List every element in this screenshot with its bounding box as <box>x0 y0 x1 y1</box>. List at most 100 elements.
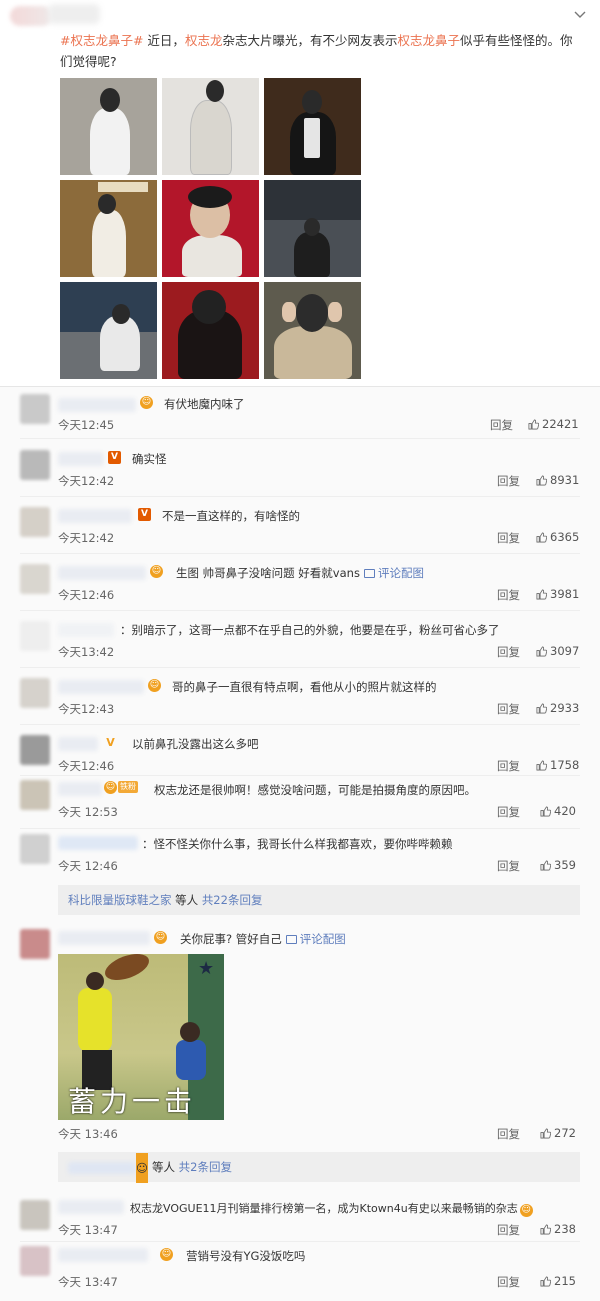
comment-time: 今天 13:47 <box>58 1223 118 1237</box>
photo-1[interactable] <box>60 78 157 175</box>
username[interactable] <box>58 737 98 751</box>
sub-replies-summary[interactable]: 科比限量版球鞋之家 等人 共22条回复 <box>58 885 580 915</box>
divider <box>20 667 580 668</box>
avatar[interactable] <box>20 834 50 864</box>
username[interactable] <box>58 452 104 466</box>
like-button[interactable]: 238 <box>540 1222 576 1236</box>
photo-8[interactable] <box>162 282 259 379</box>
username[interactable] <box>58 1248 148 1262</box>
reply-button[interactable]: 回复 <box>497 644 520 660</box>
comment-time: 今天12:46 <box>58 759 115 773</box>
fan-badge-icon: ☺ <box>140 396 153 409</box>
like-button[interactable]: 8931 <box>536 473 579 487</box>
reply-button[interactable]: 回复 <box>497 858 520 874</box>
like-button[interactable]: 3097 <box>536 644 579 658</box>
avatar[interactable] <box>20 1246 50 1276</box>
like-button[interactable]: 3981 <box>536 587 579 601</box>
comment-text: 确实怪 <box>132 452 167 466</box>
comment-text: 有伏地魔内味了 <box>164 397 245 411</box>
like-button[interactable]: 1758 <box>536 758 579 772</box>
reply-button[interactable]: 回复 <box>490 417 513 433</box>
reply-button[interactable]: 回复 <box>497 1222 520 1238</box>
thumbs-up-icon <box>540 1128 551 1139</box>
thumbs-up-icon <box>540 1224 551 1235</box>
mention-link[interactable]: 权志龙 <box>185 33 223 48</box>
avatar[interactable] <box>20 394 50 424</box>
like-button[interactable]: 2933 <box>536 701 579 715</box>
like-button[interactable]: 359 <box>540 858 576 872</box>
divider <box>20 828 580 829</box>
avatar[interactable] <box>20 1200 50 1230</box>
username[interactable] <box>58 398 136 412</box>
like-button[interactable]: 22421 <box>528 417 579 431</box>
hashtag-link[interactable]: #权志龙鼻子# <box>60 33 143 48</box>
photo-7[interactable] <box>60 282 157 379</box>
view-replies-link[interactable]: 共2条回复 <box>179 1160 232 1174</box>
divider <box>20 1241 580 1242</box>
sub-replies-summary[interactable]: ☺ 等人 共2条回复 <box>58 1152 580 1183</box>
avatar[interactable] <box>20 564 50 594</box>
reply-button[interactable]: 回复 <box>497 758 520 774</box>
sub-reply-user[interactable] <box>68 1161 136 1174</box>
photo-9[interactable] <box>264 282 361 379</box>
avatar[interactable] <box>20 507 50 537</box>
view-replies-link[interactable]: 共22条回复 <box>202 893 263 907</box>
reply-button[interactable]: 回复 <box>497 530 520 546</box>
like-button[interactable]: 272 <box>540 1126 576 1140</box>
reply-button[interactable]: 回复 <box>497 804 520 820</box>
topic-link[interactable]: 权志龙鼻子 <box>397 33 460 48</box>
reply-button[interactable]: 回复 <box>497 473 520 489</box>
username[interactable] <box>58 623 114 637</box>
divider <box>20 496 580 497</box>
like-button[interactable]: 6365 <box>536 530 579 544</box>
photo-2[interactable] <box>162 78 259 175</box>
like-button[interactable]: 215 <box>540 1274 576 1288</box>
avatar[interactable] <box>20 450 50 480</box>
divider <box>20 553 580 554</box>
photo-6[interactable] <box>264 180 361 277</box>
username[interactable] <box>58 509 132 523</box>
avatar[interactable] <box>20 929 50 959</box>
comment-text: 以前鼻孔没露出这么多吧 <box>132 737 259 751</box>
username[interactable] <box>58 1200 124 1214</box>
avatar[interactable] <box>20 678 50 708</box>
photo-grid <box>60 78 361 379</box>
thumbs-up-icon <box>536 703 547 714</box>
photo-5[interactable] <box>162 180 259 277</box>
emoji-icon: ☺ <box>519 1204 533 1217</box>
post-author-name[interactable] <box>48 4 100 24</box>
photo-3[interactable] <box>264 78 361 175</box>
username[interactable] <box>58 680 144 694</box>
image-icon <box>285 935 297 944</box>
divider <box>0 386 600 387</box>
comment-image[interactable]: ★ 蓄力一击 <box>58 954 224 1120</box>
avatar[interactable] <box>20 735 50 765</box>
verified-v-icon: V <box>106 736 115 749</box>
star-icon: ★ <box>198 958 215 979</box>
divider <box>20 438 580 439</box>
chevron-down-icon[interactable] <box>574 8 586 22</box>
thumbs-up-icon <box>536 589 547 600</box>
reply-button[interactable]: 回复 <box>497 1126 520 1142</box>
fan-badge-icon: ☺ <box>150 565 163 578</box>
comment-image-link[interactable]: 评论配图 <box>378 566 424 580</box>
verified-v-icon: V <box>108 451 121 464</box>
reply-button[interactable]: 回复 <box>497 587 520 603</box>
photo-4[interactable] <box>60 180 157 277</box>
username[interactable] <box>58 566 146 580</box>
username[interactable] <box>58 931 150 945</box>
avatar[interactable] <box>20 780 50 810</box>
comment-time: 今天 12:53 <box>58 805 118 819</box>
like-button[interactable]: 420 <box>540 804 576 818</box>
verified-v-icon: V <box>138 508 151 521</box>
username[interactable] <box>58 782 102 796</box>
comment-image-link[interactable]: 评论配图 <box>300 932 346 946</box>
username[interactable] <box>58 836 138 850</box>
fan-badge-icon: ☺ <box>148 679 161 692</box>
reply-button[interactable]: 回复 <box>497 701 520 717</box>
post-avatar[interactable] <box>10 6 52 26</box>
thumbs-up-icon <box>528 419 539 430</box>
sub-reply-user[interactable]: 科比限量版球鞋之家 <box>68 893 172 907</box>
avatar[interactable] <box>20 621 50 651</box>
reply-button[interactable]: 回复 <box>497 1274 520 1290</box>
